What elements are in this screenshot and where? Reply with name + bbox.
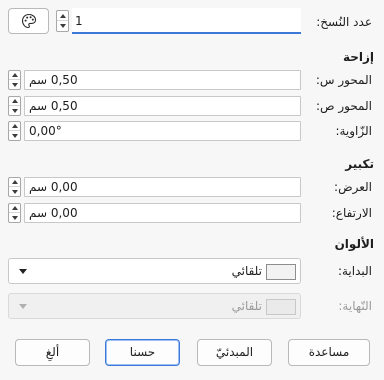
arrow-down-icon xyxy=(11,189,18,194)
end-color-swatch xyxy=(266,299,296,315)
arrow-up-icon xyxy=(11,99,18,103)
height-stepper[interactable] xyxy=(8,203,21,223)
angle-label: الزّاوية: xyxy=(335,124,372,138)
arrow-up-icon xyxy=(11,73,18,77)
cancel-button[interactable]: ألغِ xyxy=(15,339,90,366)
start-color-label: البداية: xyxy=(337,264,372,278)
height-decrement-button[interactable] xyxy=(9,213,20,222)
end-color-value: تلقائي xyxy=(231,299,262,313)
angle-increment-button[interactable] xyxy=(9,122,20,131)
width-stepper[interactable] xyxy=(8,177,21,197)
width-label: العرض: xyxy=(334,180,372,194)
copies-increment-button[interactable] xyxy=(57,11,68,21)
ok-button[interactable]: حسنا xyxy=(105,339,180,366)
arrow-down-icon xyxy=(11,215,18,220)
copies-stepper[interactable] xyxy=(56,10,69,32)
offset-x-value: 0,50 سم xyxy=(29,73,78,87)
height-label: الارتفاع: xyxy=(331,206,372,220)
offset-y-increment-button[interactable] xyxy=(9,97,20,106)
copies-label: عدد النُسخ: xyxy=(316,15,372,29)
end-color-dropdown: تلقائي xyxy=(8,293,301,319)
offset-x-increment-button[interactable] xyxy=(9,71,20,80)
angle-value: 0,00° xyxy=(29,124,62,138)
arrow-down-icon xyxy=(59,24,66,28)
colors-heading: الألوان xyxy=(334,237,374,251)
offset-x-decrement-button[interactable] xyxy=(9,80,20,89)
offset-y-value: 0,50 سم xyxy=(29,99,78,113)
arrow-down-icon xyxy=(11,108,18,113)
arrow-down-icon xyxy=(11,82,18,87)
enlarge-heading: تكبير xyxy=(345,157,374,171)
reset-button[interactable]: المبدئيّ xyxy=(197,339,272,366)
start-color-dropdown[interactable]: تلقائي xyxy=(8,258,301,284)
end-color-label: النّهاية: xyxy=(338,299,372,313)
offset-y-label: المحور ص: xyxy=(315,99,372,113)
angle-input[interactable]: 0,00° xyxy=(24,121,301,141)
offset-heading: إزاحة xyxy=(342,50,374,64)
start-color-swatch xyxy=(266,264,296,280)
copies-input[interactable]: 1 xyxy=(72,8,301,34)
offset-x-input[interactable]: 0,50 سم xyxy=(24,70,301,90)
angle-stepper[interactable] xyxy=(8,121,21,141)
arrow-up-icon xyxy=(59,13,66,18)
palette-icon xyxy=(21,13,37,29)
arrow-up-icon xyxy=(11,124,18,128)
height-increment-button[interactable] xyxy=(9,204,20,213)
width-value: 0,00 سم xyxy=(29,180,78,194)
color-palette-button[interactable] xyxy=(8,8,49,34)
width-increment-button[interactable] xyxy=(9,178,20,187)
width-decrement-button[interactable] xyxy=(9,187,20,196)
arrow-down-icon xyxy=(11,133,18,138)
height-input[interactable]: 0,00 سم xyxy=(24,203,301,223)
angle-decrement-button[interactable] xyxy=(9,131,20,140)
arrow-up-icon xyxy=(11,180,18,184)
offset-x-label: المحور س: xyxy=(315,73,372,87)
offset-x-stepper[interactable] xyxy=(8,70,21,90)
help-button[interactable]: مساعدة xyxy=(288,339,370,366)
offset-y-input[interactable]: 0,50 سم xyxy=(24,96,301,116)
chevron-down-icon xyxy=(19,304,27,309)
arrow-up-icon xyxy=(11,206,18,210)
width-input[interactable]: 0,00 سم xyxy=(24,177,301,197)
height-value: 0,00 سم xyxy=(29,206,78,220)
offset-y-stepper[interactable] xyxy=(8,96,21,116)
copies-decrement-button[interactable] xyxy=(57,21,68,31)
chevron-down-icon xyxy=(19,269,27,274)
copies-value: 1 xyxy=(75,14,83,28)
start-color-value: تلقائي xyxy=(231,264,262,278)
offset-y-decrement-button[interactable] xyxy=(9,106,20,115)
